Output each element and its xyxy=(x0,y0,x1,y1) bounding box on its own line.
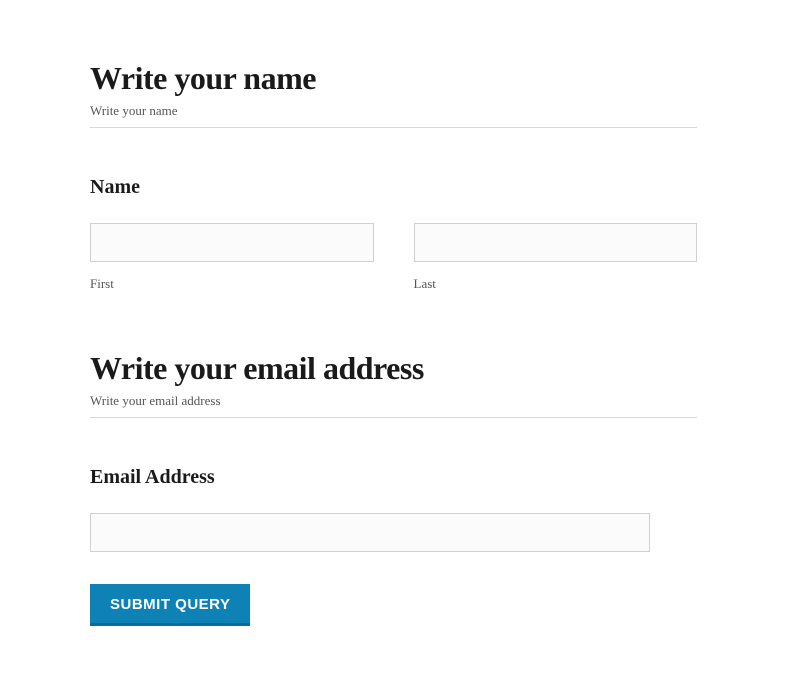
first-name-column: First xyxy=(90,223,374,292)
divider xyxy=(90,417,697,418)
email-section-subtext: Write your email address xyxy=(90,393,697,409)
last-name-column: Last xyxy=(414,223,698,292)
email-input-wrapper xyxy=(90,513,697,552)
name-field-label: Name xyxy=(90,176,697,199)
email-field-label: Email Address xyxy=(90,466,697,489)
email-section-heading: Write your email address xyxy=(90,350,697,387)
last-name-input[interactable] xyxy=(414,223,698,262)
name-input-row: First Last xyxy=(90,223,697,292)
divider xyxy=(90,127,697,128)
name-section-subtext: Write your name xyxy=(90,103,697,119)
name-section-heading: Write your name xyxy=(90,60,697,97)
email-input[interactable] xyxy=(90,513,650,552)
last-name-sublabel: Last xyxy=(414,276,698,292)
submit-button[interactable]: SUBMIT QUERY xyxy=(90,584,250,626)
first-name-input[interactable] xyxy=(90,223,374,262)
first-name-sublabel: First xyxy=(90,276,374,292)
